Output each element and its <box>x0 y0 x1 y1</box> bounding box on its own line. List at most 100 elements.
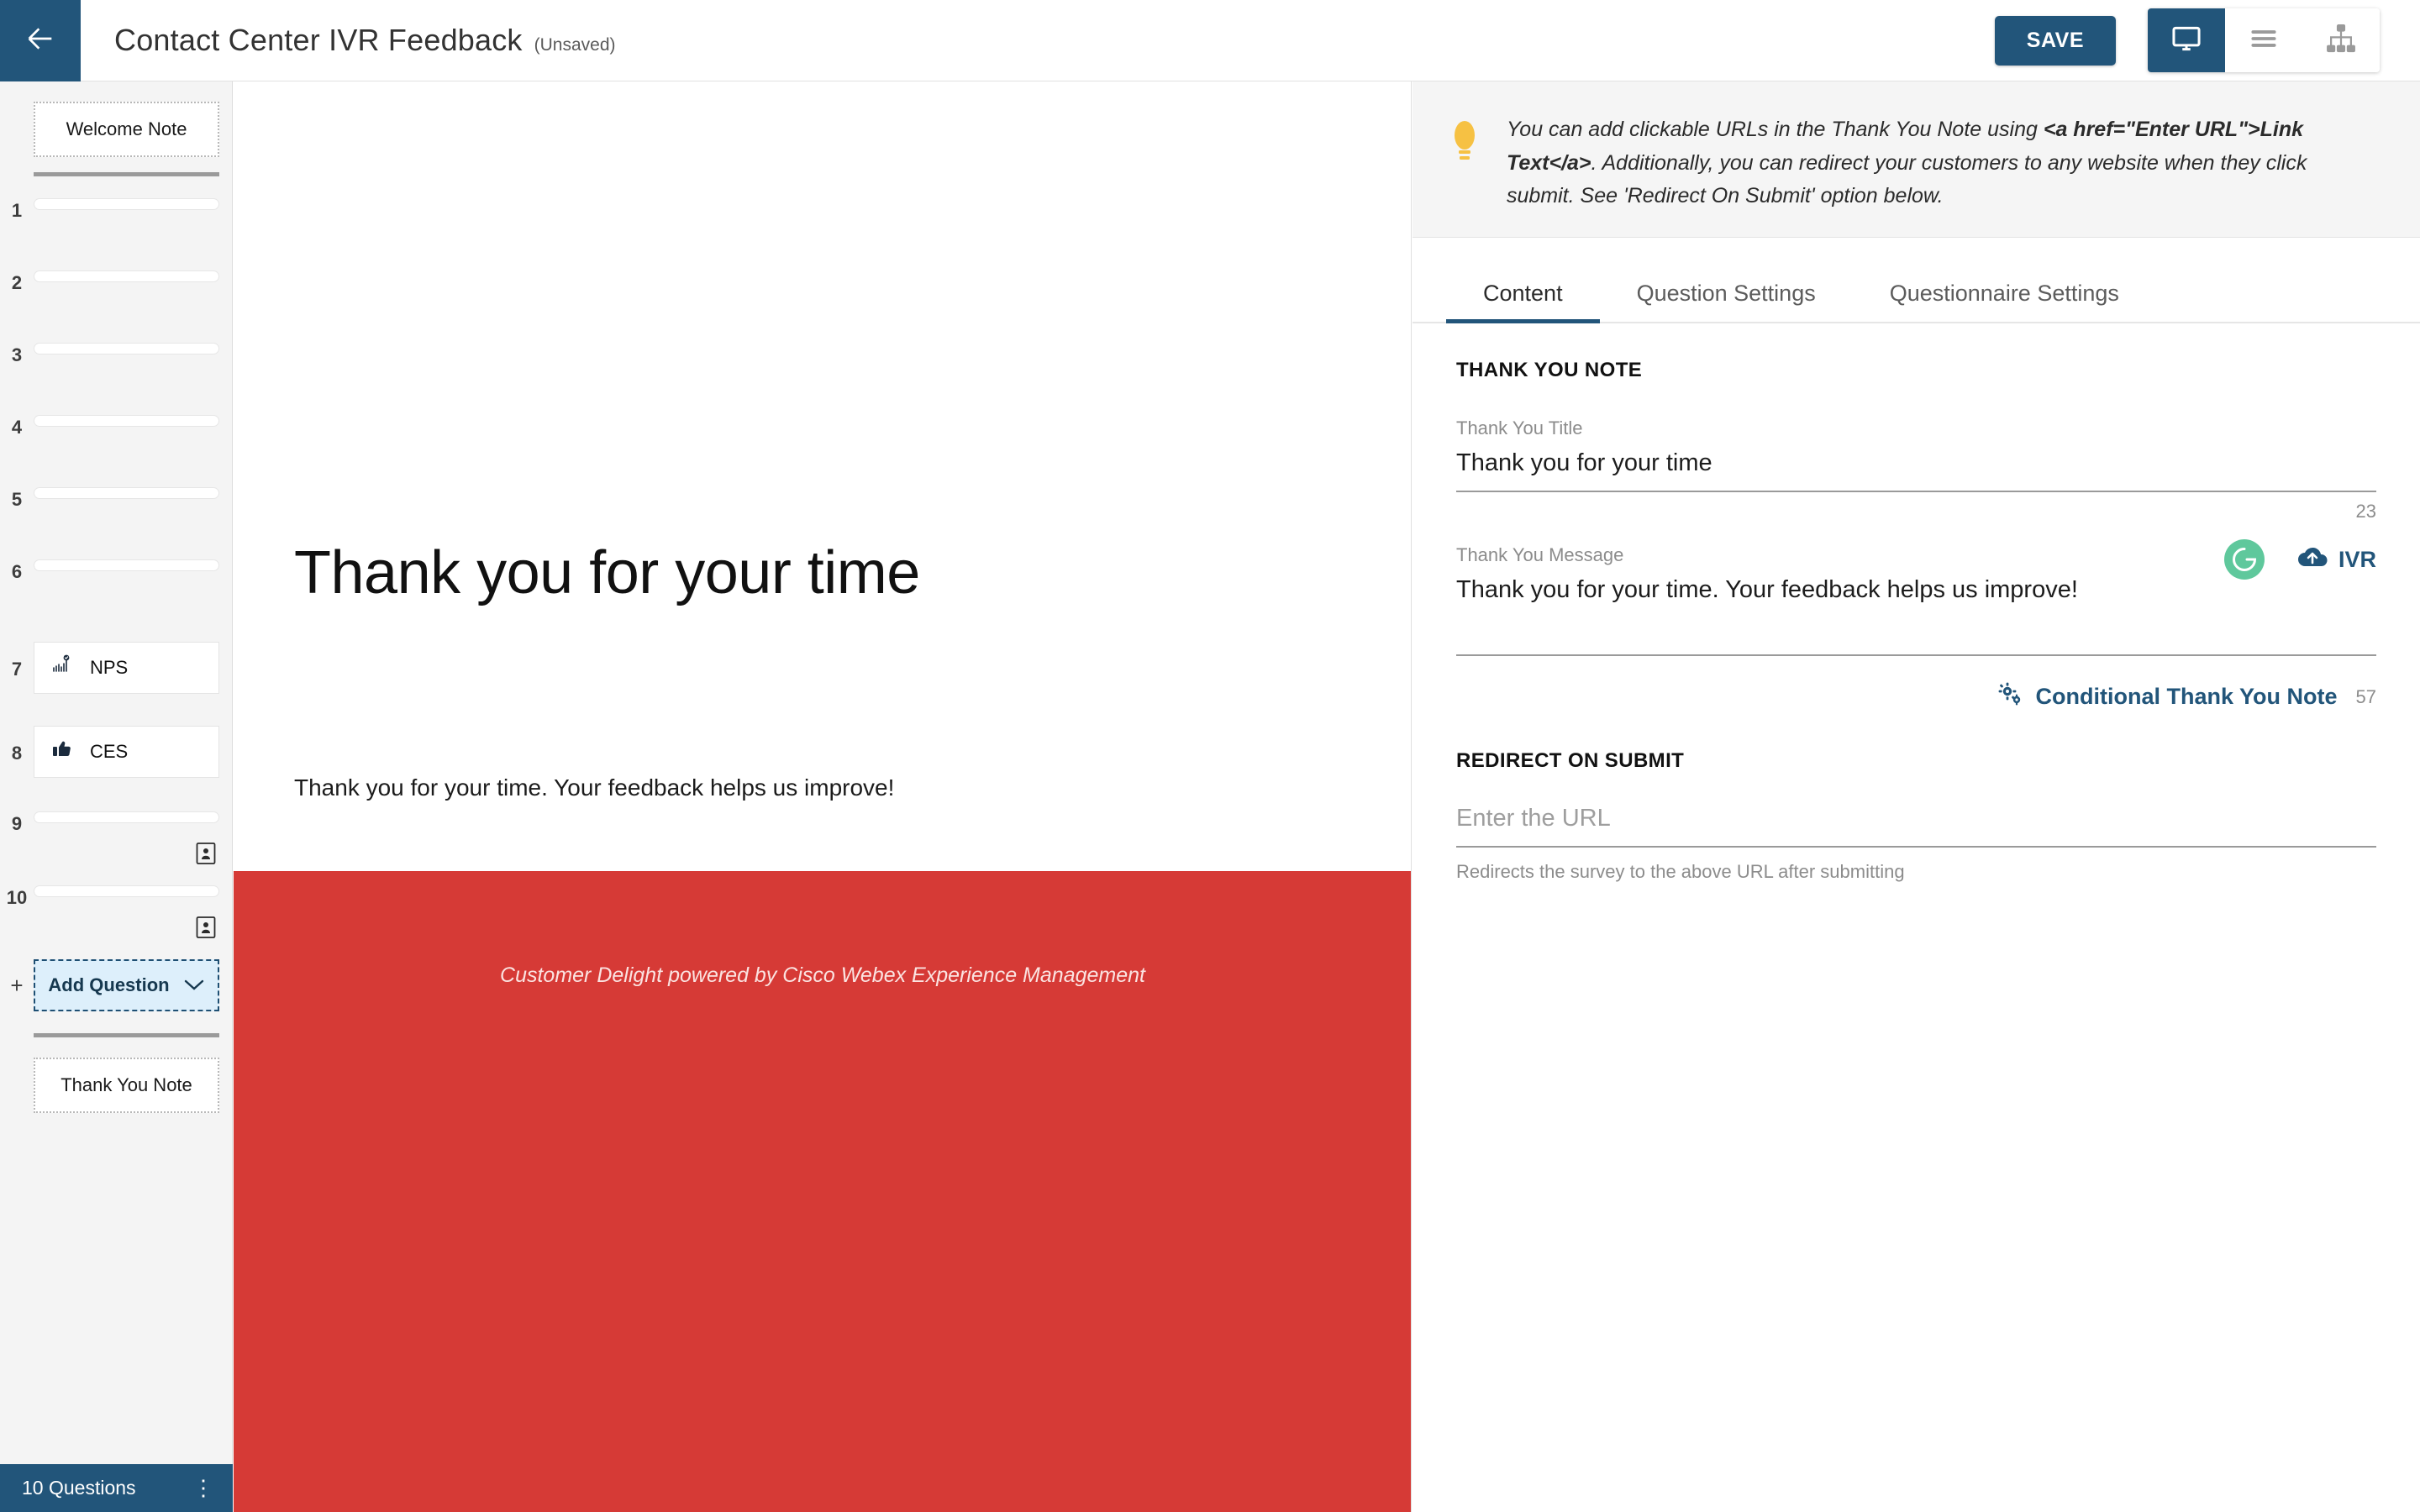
view-mode-flow[interactable] <box>2302 8 2380 72</box>
list-item[interactable]: 1 <box>0 198 232 249</box>
cloud-upload-icon <box>2296 545 2328 575</box>
sidebar-item-label: CES <box>90 741 129 762</box>
list-item[interactable]: 5 <box>0 487 232 538</box>
add-question-row: + Add Question <box>0 959 232 1011</box>
arrow-left-icon <box>24 22 57 60</box>
thank-you-message-field[interactable]: Thank You Message Thank you for your tim… <box>1456 539 2376 656</box>
gears-icon <box>1997 681 2023 712</box>
view-mode-desktop[interactable] <box>2148 8 2225 72</box>
list-item[interactable]: 9 <box>0 811 232 865</box>
settings-tabs: Content Question Settings Questionnaire … <box>1413 238 2420 323</box>
question-placeholder-bar[interactable] <box>34 270 232 282</box>
preview-thank-you-message: Thank you for your time. Your feedback h… <box>294 774 895 801</box>
thank-you-message-input[interactable]: Thank you for your time. Your feedback h… <box>1456 576 2376 656</box>
question-placeholder-bar[interactable] <box>34 487 232 499</box>
question-count-status[interactable]: 10 Questions ⋮ <box>0 1464 233 1512</box>
monitor-icon <box>2170 23 2202 59</box>
thank-you-title-label: Thank You Title <box>1456 417 1583 438</box>
add-question-plus: + <box>10 972 24 998</box>
sidebar-item-nps[interactable]: 7 NPS <box>0 642 232 694</box>
redirect-url-hint: Redirects the survey to the above URL af… <box>1456 861 1905 882</box>
sidebar-divider-top <box>34 172 219 176</box>
tab-question-settings[interactable]: Question Settings <box>1600 281 1853 322</box>
contact-card-icon[interactable] <box>195 916 217 939</box>
lightbulb-icon <box>1446 113 1483 170</box>
ivr-label: IVR <box>2338 546 2376 572</box>
question-placeholder-bar[interactable] <box>34 343 232 354</box>
kebab-menu-icon[interactable]: ⋮ <box>192 1477 214 1498</box>
chevron-down-icon <box>183 974 205 996</box>
preview-footer: Customer Delight powered by Cisco Webex … <box>234 871 1411 1512</box>
save-button[interactable]: SAVE <box>1994 15 2116 66</box>
thumbs-up-icon <box>51 738 75 766</box>
contact-card-icon[interactable] <box>195 842 217 865</box>
list-item[interactable]: 10 <box>0 885 232 939</box>
question-placeholder-bar[interactable] <box>34 811 232 823</box>
sidebar-item-label: NPS <box>90 657 129 678</box>
thank-you-title-char-count: 23 <box>2355 501 2376 522</box>
preview-footer-branding: Customer Delight powered by Cisco Webex … <box>500 963 1145 987</box>
preview-thank-you-title: Thank you for your time <box>294 539 920 606</box>
list-item[interactable]: 2 <box>0 270 232 321</box>
redirect-on-submit-heading: REDIRECT ON SUBMIT <box>1456 749 1685 772</box>
list-item[interactable]: 3 <box>0 343 232 393</box>
tip-banner: You can add clickable URLs in the Thank … <box>1413 81 2420 238</box>
preview-content: Thank you for your time Thank you for yo… <box>234 81 1411 801</box>
unsaved-status: (Unsaved) <box>534 35 616 55</box>
app-header: Contact Center IVR Feedback (Unsaved) SA… <box>0 0 2420 81</box>
list-item[interactable]: 6 <box>0 559 232 610</box>
question-number: 8 <box>11 743 23 764</box>
question-placeholder-bar[interactable] <box>34 885 232 897</box>
grammarly-icon[interactable] <box>2223 538 2266 581</box>
hamburger-icon <box>2248 23 2280 59</box>
add-question-button[interactable]: Add Question <box>34 959 219 1011</box>
sidebar-divider-bottom <box>34 1033 219 1037</box>
view-mode-list[interactable] <box>2225 8 2302 72</box>
question-number: 7 <box>11 659 23 680</box>
question-number: 10 <box>6 887 28 908</box>
thank-you-message-char-count: 57 <box>2355 685 2376 707</box>
thank-you-title-input[interactable]: Thank you for your time <box>1456 449 2376 492</box>
question-placeholder-bar[interactable] <box>34 198 232 210</box>
add-question-label: Add Question <box>48 974 170 995</box>
settings-body: THANK YOU NOTE Thank You Title Thank you… <box>1413 323 2420 883</box>
conditional-thank-you-link[interactable]: Conditional Thank You Note <box>1997 681 2338 712</box>
question-number: 6 <box>11 561 23 582</box>
tip-text-part1: You can add clickable URLs in the Thank … <box>1507 118 2044 141</box>
survey-preview: Thank you for your time Thank you for yo… <box>234 81 1412 1512</box>
conditional-thank-you-label: Conditional Thank You Note <box>2035 684 2338 709</box>
redirect-url-input[interactable]: Enter the URL <box>1456 805 2376 848</box>
page-title: Contact Center IVR Feedback <box>114 23 523 57</box>
question-placeholder-bar[interactable] <box>34 415 232 427</box>
back-button[interactable] <box>0 0 81 81</box>
question-sidebar: Welcome Note 1 2 3 4 5 6 7 NPS 8 CES 9 1… <box>0 81 233 1512</box>
question-number: 5 <box>11 489 23 510</box>
question-placeholder-bar[interactable] <box>34 559 232 571</box>
tab-content[interactable]: Content <box>1446 281 1600 323</box>
header-actions: SAVE <box>1994 8 2420 72</box>
nps-chart-icon <box>51 654 75 682</box>
sitemap-icon <box>2325 23 2357 59</box>
thank-you-title-field[interactable]: Thank You Title Thank you for your time … <box>1456 417 2376 522</box>
redirect-url-field[interactable]: Enter the URL Redirects the survey to th… <box>1456 805 2376 883</box>
conditional-thank-you-row: Conditional Thank You Note 57 <box>1456 681 2376 712</box>
sidebar-item-ces[interactable]: 8 CES <box>0 726 232 778</box>
sidebar-item-thank-you-note[interactable]: Thank You Note <box>34 1058 219 1113</box>
question-number: 4 <box>11 417 23 438</box>
tip-text-part2: . Additionally, you can redirect your cu… <box>1507 150 2307 208</box>
list-item[interactable]: 4 <box>0 415 232 465</box>
question-number: 9 <box>11 813 23 834</box>
tab-questionnaire-settings[interactable]: Questionnaire Settings <box>1853 281 2156 322</box>
question-number: 1 <box>11 200 23 221</box>
settings-panel: You can add clickable URLs in the Thank … <box>1413 81 2420 1512</box>
view-mode-group <box>2148 8 2380 72</box>
tip-text: You can add clickable URLs in the Thank … <box>1507 113 2376 213</box>
sidebar-item-welcome-note[interactable]: Welcome Note <box>34 102 219 157</box>
question-number: 2 <box>11 272 23 293</box>
question-count-label: 10 Questions <box>22 1477 136 1499</box>
sidebar-scroll[interactable]: Welcome Note 1 2 3 4 5 6 7 NPS 8 CES 9 1… <box>0 81 232 1464</box>
title-area: Contact Center IVR Feedback (Unsaved) <box>114 23 616 58</box>
question-number: 3 <box>11 344 23 365</box>
ivr-upload-button[interactable]: IVR <box>2296 545 2376 575</box>
thank-you-note-heading: THANK YOU NOTE <box>1456 359 1643 381</box>
